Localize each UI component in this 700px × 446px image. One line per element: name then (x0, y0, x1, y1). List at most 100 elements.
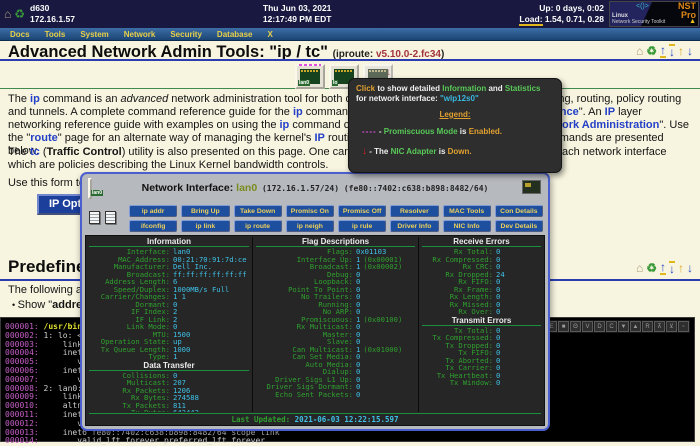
dialog-title: Network Interface: lan0 (172.16.1.57/24)… (82, 174, 548, 194)
menu-item-docs[interactable]: Docs (10, 30, 30, 39)
dialog-button-driver-info[interactable]: Driver Info (390, 220, 438, 232)
text-segment: Down. (448, 147, 472, 156)
menu-item-x[interactable]: X (268, 30, 273, 39)
information-header: Information (89, 237, 249, 247)
dialog-button-con-details[interactable]: Con Details (495, 205, 543, 217)
last-updated-value: 2021-06-03 12:22:15.597 (290, 415, 398, 424)
text-segment: command is an (40, 93, 121, 105)
console-button--[interactable]: ▫ (678, 321, 689, 332)
copy-window-icon[interactable] (105, 211, 116, 224)
data-transfer-header: Data Transfer (89, 361, 249, 371)
dialog-button-ip-route[interactable]: ip route (234, 220, 282, 232)
home-icon[interactable]: ⌂ (4, 8, 11, 20)
refresh-icon[interactable]: ♻ (646, 262, 657, 274)
console-button-d[interactable]: D (594, 321, 605, 332)
text-segment: ip (280, 119, 290, 131)
tooltip-legend-title: Legend: (356, 110, 554, 120)
text-segment: NIC Adapter (391, 147, 437, 156)
menu-item-system[interactable]: System (80, 30, 108, 39)
console-button-r[interactable]: R (642, 321, 653, 332)
text-segment: is (458, 127, 469, 136)
console-button--[interactable]: ■ (558, 321, 569, 332)
console-button--[interactable]: Θ (570, 321, 581, 332)
flag-descriptions-header: Flag Descriptions (256, 237, 415, 247)
date-text: Thu Jun 03, 2021 (75, 3, 519, 14)
text-segment: " page for an alternate way of managing … (58, 132, 315, 144)
console-button--[interactable]: ▼ (618, 321, 629, 332)
page-down-icon[interactable]: ↓ (687, 262, 693, 274)
dialog-interface-name: lan0 (236, 182, 257, 194)
menu-item-network[interactable]: Network (124, 30, 156, 39)
logo-decoration: <()> (636, 3, 649, 10)
topbar-icons: ⌂ ♻ (0, 8, 30, 20)
dialog-button-resolver[interactable]: Resolver (390, 205, 438, 217)
scroll-top-icon[interactable]: ↑ (660, 261, 666, 275)
console-button--[interactable]: ▲ (630, 321, 641, 332)
home-icon[interactable]: ⌂ (636, 45, 643, 57)
menu-item-security[interactable]: Security (170, 30, 202, 39)
scroll-top-icon[interactable]: ↑ (660, 44, 666, 58)
console-button--[interactable]: ⊻ (666, 321, 677, 332)
dialog-button-nic-info[interactable]: NIC Info (443, 220, 491, 232)
load-label: Load: (519, 14, 542, 26)
nic-down-icon: ↓ (386, 68, 391, 78)
title-divider (0, 59, 700, 61)
nic-button-lan0[interactable]: lan0 (295, 64, 325, 89)
page-up-icon[interactable]: ↑ (678, 45, 684, 57)
scroll-bottom-icon[interactable]: ↓ (669, 44, 675, 58)
flag-rows: Flags:0x01103Interface Up:1(0x00001)Broa… (253, 248, 418, 398)
text-segment: Traffic Control (47, 146, 122, 158)
nic-button-lan0-dialog[interactable]: lan0 (88, 178, 92, 199)
dialog-button-ip-rule[interactable]: ip rule (338, 220, 386, 232)
console-button-c[interactable]: C (606, 321, 617, 332)
transmit-error-rows: Tx Total:0Tx Compressed:0Tx Dropped:0Tx … (419, 327, 544, 387)
text-segment: ". An (579, 106, 605, 118)
dialog-button-promisc-off[interactable]: Promisc Off (338, 205, 386, 217)
load-text: Load: 1.54, 0.71, 0.28 (519, 14, 604, 25)
dialog-button-ifconfig[interactable]: ifconfig (129, 220, 177, 232)
panel-row: Echo Sent Packets:0 (253, 391, 418, 399)
dialog-button-mac-tools[interactable]: MAC Tools (443, 205, 491, 217)
text-segment: IP (314, 132, 324, 144)
last-updated-label: Last Updated: (231, 415, 290, 424)
home-icon[interactable]: ⌂ (636, 262, 643, 274)
dialog-title-label: Network Interface: (142, 182, 237, 194)
promisc-indicator (299, 64, 321, 66)
dialog-button-ip-addr[interactable]: ip addr (129, 205, 177, 217)
detach-window-icon[interactable] (89, 211, 100, 224)
dialog-window-icons (89, 211, 116, 224)
text-segment: to show detailed (375, 84, 442, 93)
dialog-button-dev-details[interactable]: Dev Details (495, 220, 543, 232)
dialog-button-ip-neigh[interactable]: ip neigh (286, 220, 334, 232)
receive-errors-header: Receive Errors (422, 237, 541, 247)
scroll-bottom-icon[interactable]: ↓ (669, 261, 675, 275)
text-segment: Click (356, 84, 375, 93)
last-updated-status: Last Updated: 2021-06-03 12:22:15.597 (89, 413, 541, 424)
menu-item-database[interactable]: Database (217, 30, 253, 39)
information-column: Information Interface:lan0MAC Address:00… (86, 237, 252, 412)
dialog-button-bring-up[interactable]: Bring Up (181, 205, 229, 217)
console-button-v[interactable]: V (582, 321, 593, 332)
text-segment: - (377, 127, 384, 136)
menu-item-tools[interactable]: Tools (45, 30, 66, 39)
tooltip-line1: Click to show detailed Information and S… (356, 84, 554, 94)
nic-label: lan0 (298, 80, 310, 86)
text-segment: The (8, 146, 30, 158)
tooltip-legend-promisc: ---- - Promiscuous Mode is Enabled. (356, 127, 554, 137)
refresh-icon[interactable]: ♻ (14, 8, 25, 20)
dialog-button-ip-link[interactable]: ip link (181, 220, 229, 232)
page-down-icon[interactable]: ↓ (687, 45, 693, 57)
receive-error-rows: Rx Total:0Rx Compressed:0Rx CRC:0Rx Drop… (419, 248, 544, 316)
dialog-button-promisc-on[interactable]: Promisc On (286, 205, 334, 217)
page-up-icon[interactable]: ↑ (678, 262, 684, 274)
dialog-button-take-down[interactable]: Take Down (234, 205, 282, 217)
errors-column: Receive Errors Rx Total:0Rx Compressed:0… (419, 237, 544, 412)
top-status-bar: ⌂ ♻ d630 172.16.1.57 Thu Jun 03, 2021 12… (0, 0, 700, 28)
load-values: 1.54, 0.71, 0.28 (543, 14, 604, 24)
page-nav-icons-section: ⌂ ♻ ↑ ↓ ↑ ↓ (636, 261, 693, 275)
screenshot-icon[interactable] (522, 180, 541, 194)
console-button--[interactable]: ⊼ (654, 321, 665, 332)
panel-columns: Information Interface:lan0MAC Address:00… (86, 237, 544, 412)
refresh-icon[interactable]: ♻ (646, 45, 657, 57)
text-segment: - The (367, 147, 391, 156)
